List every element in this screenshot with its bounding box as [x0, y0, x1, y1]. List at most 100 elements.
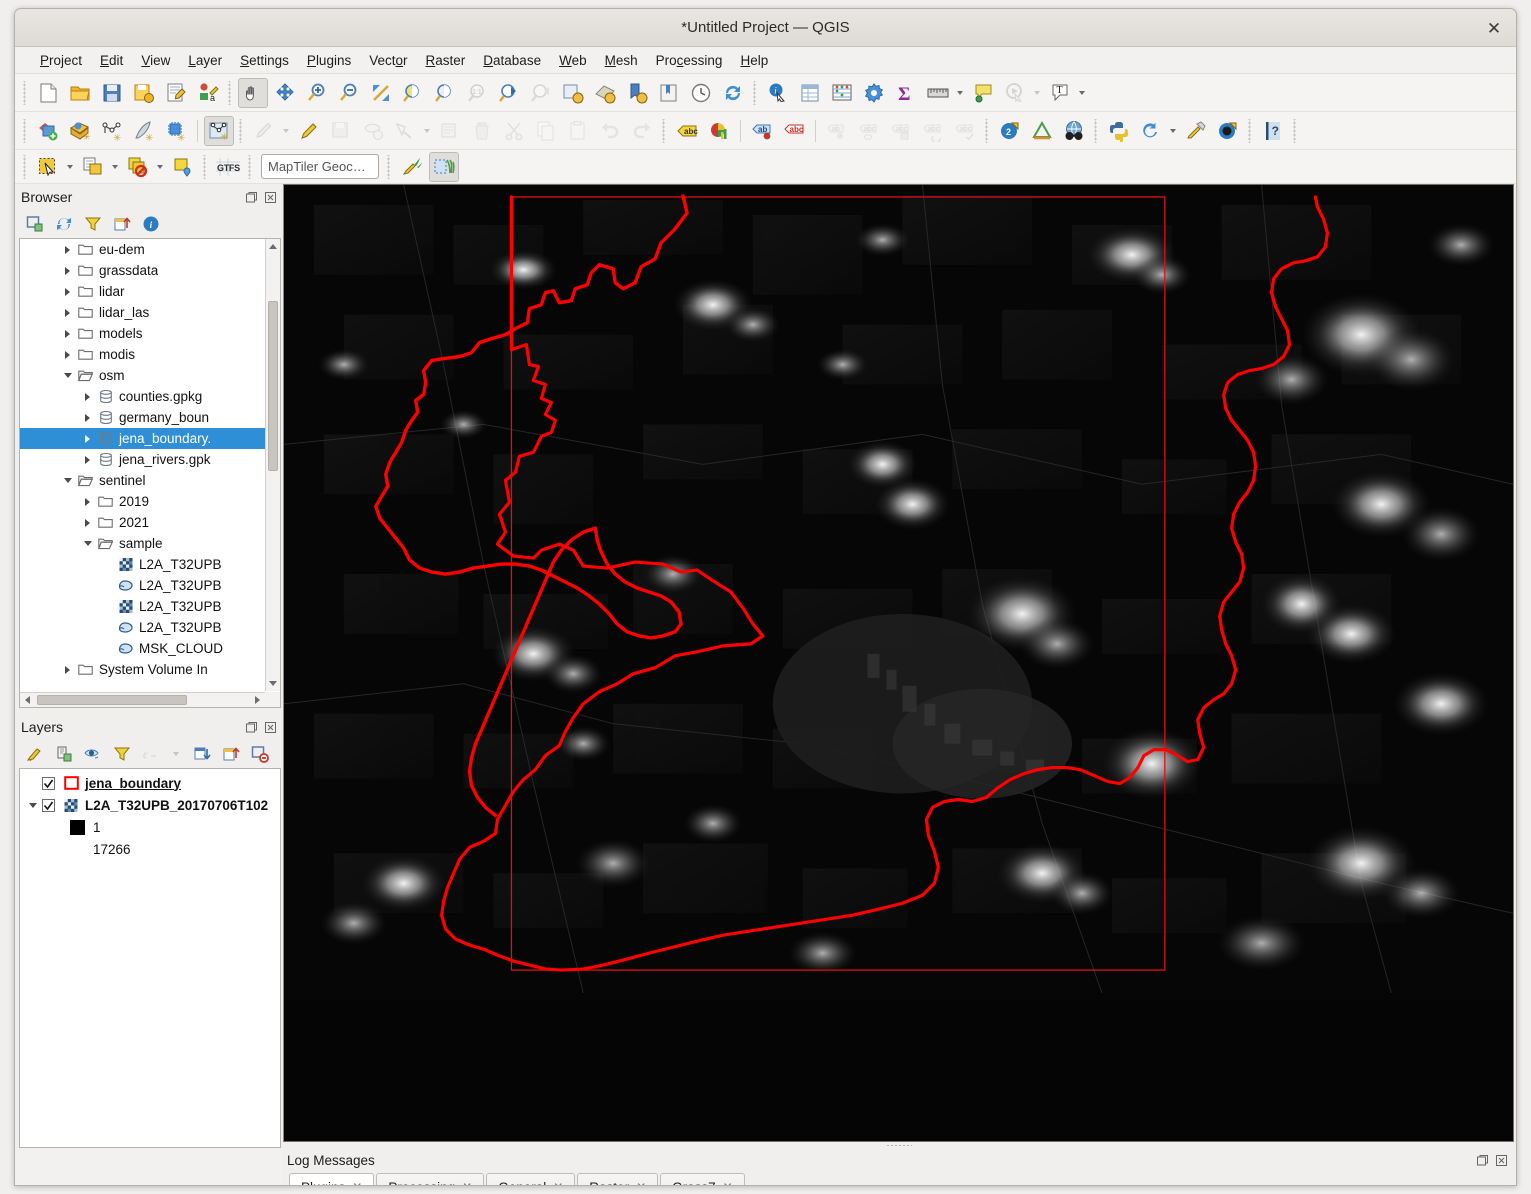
layer-visibility-checkbox[interactable]	[42, 776, 55, 790]
toolbar-grip[interactable]	[661, 118, 668, 143]
select-features-icon[interactable]	[33, 152, 63, 182]
zoom-in-icon[interactable]	[302, 78, 332, 108]
chevron-down-icon[interactable]	[24, 802, 42, 808]
current-edits-dropdown-arrow-icon[interactable]	[280, 118, 291, 144]
zoom-full-icon[interactable]	[366, 78, 396, 108]
open-project-icon[interactable]	[65, 78, 95, 108]
close-icon[interactable]: ✕	[352, 1180, 362, 1185]
chevron-right-icon[interactable]	[60, 266, 75, 275]
manage-map-themes-icon[interactable]	[83, 744, 103, 764]
browser-tree-item[interactable]: L2A_T32UPB	[20, 575, 265, 596]
add-group-icon[interactable]	[54, 744, 74, 764]
browser-vertical-scrollbar[interactable]	[265, 239, 280, 691]
toolbar-grip[interactable]	[1093, 118, 1100, 143]
filter-legend-dropdown-arrow-icon[interactable]	[170, 741, 181, 767]
browser-tree-item[interactable]: L2A_T32UPB	[20, 617, 265, 638]
select-dropdown-arrow-icon[interactable]	[64, 154, 75, 180]
browser-tree-item[interactable]: 2019	[20, 491, 265, 512]
delete-selected-icon[interactable]	[467, 116, 497, 146]
add-postgis-icon[interactable]: ✳	[161, 116, 191, 146]
undo-icon[interactable]	[595, 116, 625, 146]
chevron-right-icon[interactable]	[60, 350, 75, 359]
metasearch-icon[interactable]	[1059, 116, 1089, 146]
diagram-layer-icon[interactable]	[704, 116, 734, 146]
browser-tree-item[interactable]: L2A_T32UPB	[20, 554, 265, 575]
annotation-dropdown-arrow-icon[interactable]	[1076, 80, 1087, 106]
chevron-right-icon[interactable]	[60, 665, 75, 674]
browser-horizontal-scrollbar[interactable]	[20, 692, 265, 707]
layers-undock-icon[interactable]	[243, 719, 260, 736]
chevron-right-icon[interactable]	[80, 413, 95, 422]
maptiler-geocoder-input[interactable]: MapTiler Geoc…	[261, 154, 379, 179]
grass-tools-icon[interactable]	[397, 152, 427, 182]
chevron-right-icon[interactable]	[60, 308, 75, 317]
grass-region-display-icon[interactable]	[429, 151, 459, 182]
toolbar-grip[interactable]	[22, 118, 29, 143]
vertex-tool-icon[interactable]	[390, 116, 420, 146]
add-vectortile-icon[interactable]: ✳	[204, 115, 234, 146]
select-by-expression-icon[interactable]	[78, 152, 108, 182]
browser-tree-item[interactable]: sample	[20, 533, 265, 554]
move-label2-icon[interactable]: abc	[886, 116, 916, 146]
measure-line-icon[interactable]	[923, 78, 953, 108]
scroll-right-icon[interactable]	[250, 696, 265, 704]
menu-processing[interactable]: Processing	[647, 50, 732, 71]
log-tab-general[interactable]: General ✕	[486, 1173, 576, 1185]
new-bookmark-icon[interactable]	[622, 78, 652, 108]
deselect-dropdown-arrow-icon[interactable]	[154, 154, 165, 180]
expand-all-icon[interactable]	[192, 744, 212, 764]
toolbar-grip[interactable]	[984, 118, 991, 143]
browser-tree-item[interactable]: jena_boundary.	[20, 428, 265, 449]
new-print-layout-icon[interactable]	[161, 78, 191, 108]
grass-region-icon[interactable]	[1027, 116, 1057, 146]
log-tab-plugins[interactable]: Plugins ✕	[289, 1173, 375, 1185]
chevron-right-icon[interactable]	[80, 518, 95, 527]
chevron-right-icon[interactable]	[80, 434, 95, 443]
scroll-up-icon[interactable]	[266, 239, 280, 254]
deselect-features-icon[interactable]	[123, 152, 153, 182]
rotate-label-icon[interactable]: abc	[918, 116, 948, 146]
log-tab-raster[interactable]: Raster ✕	[577, 1173, 659, 1185]
plugin-dropdown-arrow-icon[interactable]	[1167, 118, 1178, 144]
layer-visibility-checkbox[interactable]	[42, 798, 55, 812]
window-close-button[interactable]: ✕	[1484, 18, 1504, 38]
toolbar-grip[interactable]	[386, 154, 393, 179]
menu-raster[interactable]: Raster	[417, 50, 475, 71]
georeferencer-icon[interactable]: 2	[995, 116, 1025, 146]
log-undock-icon[interactable]	[1474, 1152, 1491, 1169]
processing-toolbox-icon[interactable]	[859, 78, 889, 108]
current-edits-icon[interactable]	[249, 116, 279, 146]
browser-tree-item[interactable]: germany_boun	[20, 407, 265, 428]
close-icon[interactable]: ✕	[723, 1180, 733, 1185]
menu-vector[interactable]: Vector	[360, 50, 416, 71]
show-bookmarks-icon[interactable]	[654, 78, 684, 108]
text-annotation-icon[interactable]: T	[1045, 78, 1075, 108]
chevron-right-icon[interactable]	[80, 497, 95, 506]
toggle-editing-icon[interactable]	[294, 116, 324, 146]
zoom-out-icon[interactable]	[334, 78, 364, 108]
save-project-icon[interactable]	[97, 78, 127, 108]
collapse-all-icon[interactable]	[112, 214, 132, 234]
redo-icon[interactable]	[627, 116, 657, 146]
pin-labels-icon[interactable]: ab	[747, 116, 777, 146]
label-layer-icon[interactable]: abc	[672, 116, 702, 146]
copy-features-icon[interactable]	[531, 116, 561, 146]
filter-browser-icon[interactable]	[83, 214, 103, 234]
add-feature-icon[interactable]	[358, 116, 388, 146]
python-console-icon[interactable]	[1104, 116, 1134, 146]
browser-tree-item[interactable]: lidar_las	[20, 302, 265, 323]
layers-tree[interactable]: jena_boundary L2A_T32UPB_20170706T102 1 172…	[19, 768, 281, 1148]
gtfs-icon[interactable]: GTFS	[213, 152, 243, 182]
zoom-last-icon[interactable]	[494, 78, 524, 108]
add-mesh-layer-icon[interactable]: ✳	[97, 116, 127, 146]
chevron-down-icon[interactable]	[80, 541, 95, 546]
add-selected-layers-icon[interactable]	[25, 214, 45, 234]
log-tab-grass7[interactable]: Grass7 ✕	[660, 1173, 745, 1185]
show-hide-labels-icon[interactable]: abc	[854, 116, 884, 146]
field-calculator-icon[interactable]	[827, 78, 857, 108]
run-action-dropdown-arrow-icon[interactable]	[1031, 80, 1042, 106]
select-expression-dropdown-arrow-icon[interactable]	[109, 154, 120, 180]
chevron-right-icon[interactable]	[80, 455, 95, 464]
map-canvas[interactable]	[283, 184, 1514, 1142]
toolbar-grip[interactable]	[247, 154, 254, 179]
